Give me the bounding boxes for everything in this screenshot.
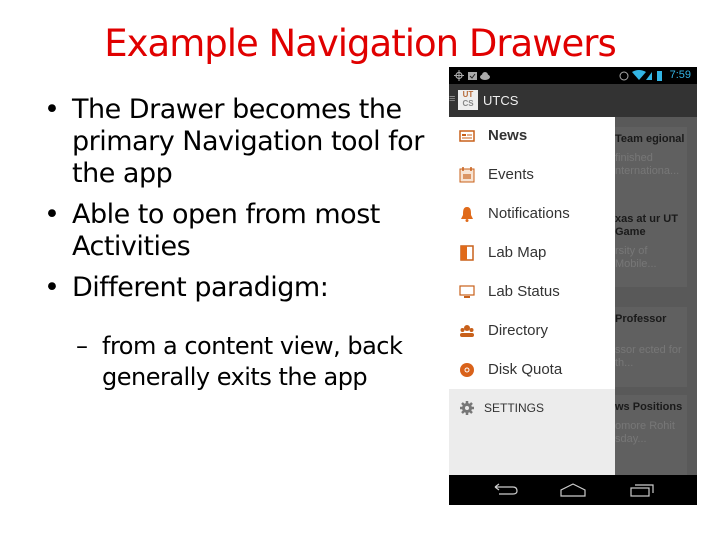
drawer-item-news[interactable]: News	[449, 117, 615, 156]
bullet-text: Different paradigm:	[72, 272, 329, 303]
drawer-item-label: Directory	[488, 322, 549, 339]
drawer-indicator-icon[interactable]: ≡	[449, 93, 455, 105]
recents-button-icon[interactable]	[627, 481, 657, 499]
status-bar: 7:59	[449, 67, 697, 84]
status-time: 7:59	[669, 69, 691, 81]
drawer-item-label: Lab Map	[488, 244, 547, 261]
calendar-check-icon	[468, 72, 477, 80]
disk-icon	[460, 363, 474, 377]
door-map-icon	[460, 245, 474, 261]
bell-icon	[461, 207, 473, 222]
sub-bullet-marker: –	[76, 332, 88, 360]
news-icon	[459, 130, 475, 142]
sub-bullet-text: from a content view, back generally exit…	[102, 332, 403, 391]
back-button-icon[interactable]	[489, 481, 519, 499]
bullet-item: • Able to open from most Activities	[44, 199, 434, 263]
drawer-item-label: Lab Status	[488, 283, 560, 300]
bullet-item: • The Drawer becomes the primary Navigat…	[44, 94, 434, 190]
app-logo[interactable]: UT CS	[458, 90, 478, 110]
drawer-item-label: Disk Quota	[488, 361, 563, 378]
drawer-item-events[interactable]: Events	[449, 156, 615, 195]
wifi-icon	[632, 70, 646, 80]
sub-bullet-item: – from a content view, back generally ex…	[44, 331, 434, 393]
bullet-marker: •	[44, 199, 60, 230]
monitor-icon	[459, 285, 475, 298]
app-title: UTCS	[483, 93, 519, 108]
bullet-marker: •	[44, 94, 60, 125]
system-nav-bar	[449, 475, 697, 505]
logo-line-2: CS	[462, 99, 474, 108]
people-icon	[460, 325, 474, 337]
cloud-icon	[480, 72, 490, 80]
gear-icon	[460, 401, 474, 415]
action-bar: ≡ UT CS UTCS	[449, 84, 697, 117]
bullet-item: • Different paradigm:	[44, 272, 434, 304]
drawer-item-lab-status[interactable]: Lab Status	[449, 273, 615, 312]
drawer-item-label: News	[488, 127, 528, 144]
status-left-icons	[454, 70, 490, 81]
navigation-drawer: News Events Notifications Lab Map Lab St…	[449, 117, 615, 475]
bullet-text: Able to open from most Activities	[72, 199, 380, 262]
drawer-item-lab-map[interactable]: Lab Map	[449, 234, 615, 273]
bullet-list: • The Drawer becomes the primary Navigat…	[44, 94, 434, 393]
drawer-item-disk-quota[interactable]: Disk Quota	[449, 351, 615, 390]
drawer-item-notifications[interactable]: Notifications	[449, 195, 615, 234]
phone-screenshot: 7:59 ≡ UT CS UTCS Team egional finished …	[449, 67, 697, 505]
status-right-icons	[619, 70, 662, 81]
signal-icon	[646, 72, 652, 80]
drawer-item-label: Notifications	[488, 205, 570, 222]
drawer-settings[interactable]: SETTINGS	[449, 389, 615, 475]
settings-label: SETTINGS	[484, 401, 545, 415]
alarm-icon	[619, 71, 629, 81]
gps-icon	[454, 70, 464, 81]
logo-line-1: UT	[462, 90, 474, 99]
calendar-icon	[459, 167, 475, 183]
drawer-item-directory[interactable]: Directory	[449, 312, 615, 351]
home-button-icon[interactable]	[558, 481, 588, 499]
battery-icon	[657, 71, 662, 81]
drawer-item-label: Events	[488, 166, 534, 183]
bullet-text: The Drawer becomes the primary Navigatio…	[72, 94, 424, 189]
bullet-marker: •	[44, 272, 60, 303]
slide-title: Example Navigation Drawers	[104, 22, 617, 65]
